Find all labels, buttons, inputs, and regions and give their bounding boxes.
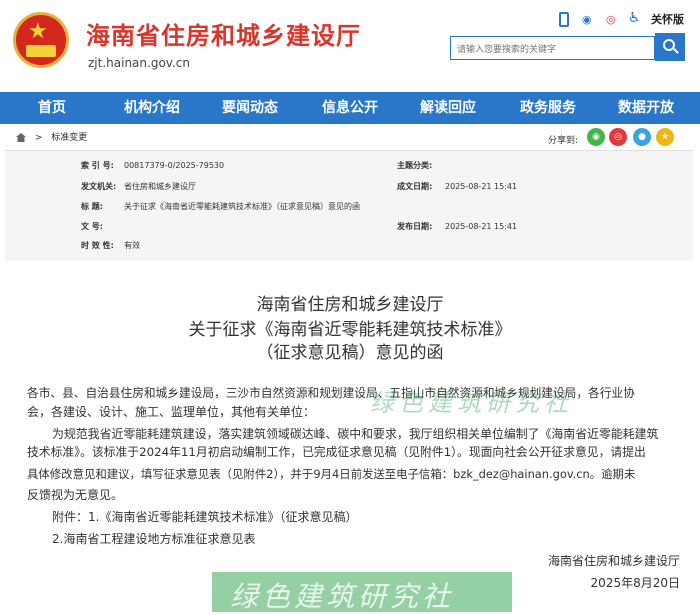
national-emblem-icon: ★ [13, 12, 69, 68]
weibo-icon[interactable]: ◎ [606, 12, 616, 28]
share-label: 分享到: [548, 136, 579, 146]
meta-issuer-label: 发文机关: [81, 182, 117, 191]
accessibility-icon[interactable]: ♿ [628, 10, 641, 26]
para1-line1: 为规范我省近零能耗建筑建设，落实建筑领域碳达峰、碳中和要求，我厅组织相关单位编制… [52, 427, 659, 441]
para1-line3: 具体修改意见和建议，填写征求意见表（见附件2），并于9月4日前发送至电子信箱：b… [27, 467, 636, 481]
wechat-share-icon[interactable]: ◉ [587, 128, 605, 146]
article-title-line2: 关于征求《海南省近零能耗建筑技术标准》 [188, 320, 512, 340]
meta-date-label: 成文日期: [397, 182, 433, 191]
breadcrumb-separator: > [34, 133, 43, 143]
attachment-2[interactable]: 2.海南省工程建设地方标准征求意见表 [52, 530, 255, 548]
home-icon[interactable] [16, 133, 26, 142]
meta-index-value: 00817379-0/2025-79530 [124, 161, 225, 170]
meta-date-value: 2025-08-21 15:41 [445, 182, 518, 191]
weibo-share-icon[interactable]: ◎ [609, 128, 627, 146]
article-title-line1: 海南省住房和城乡建设厅 [256, 295, 444, 315]
breadcrumb-current[interactable]: 标准变更 [51, 133, 87, 143]
nav-news[interactable]: 要闻动态 [222, 92, 278, 124]
site-title[interactable]: 海南省住房和城乡建设厅 [86, 16, 361, 51]
nav-home[interactable]: 首页 [38, 92, 66, 124]
mobile-icon[interactable] [559, 12, 569, 27]
wechat-icon[interactable]: ◉ [582, 12, 592, 28]
document-meta: 索 引 号: 00817379-0/2025-79530 主题分类: 发文机关:… [5, 150, 693, 261]
meta-title-value: 关于征求《海南省近零能耗建筑技术标准》（征求意见稿）意见的函 [124, 202, 360, 211]
watermark: 绿色建筑研究社 [370, 389, 573, 417]
search-button[interactable] [655, 33, 685, 61]
meta-docno-label: 文 号: [81, 222, 103, 231]
nav-about[interactable]: 机构介绍 [124, 92, 180, 124]
sign-date: 2025年8月20日 [590, 576, 680, 590]
meta-category-label: 主题分类: [397, 161, 433, 170]
site-header: ★ 海南省住房和城乡建设厅 zjt.hainan.gov.cn ◉ ◎ ♿ 关怀… [0, 0, 700, 90]
nav-open-data[interactable]: 数据开放 [618, 92, 674, 124]
recipient-line2: 会，各建设、设计、施工、监理单位，其他有关单位： [27, 405, 316, 419]
nav-interpretation[interactable]: 解读回应 [420, 92, 476, 124]
meta-index-label: 索 引 号: [81, 161, 114, 170]
nav-info-disclosure[interactable]: 信息公开 [322, 92, 378, 124]
qzone-share-icon[interactable]: ★ [656, 128, 674, 146]
search-box [450, 36, 655, 61]
meta-validity-label: 时 效 性: [81, 241, 114, 250]
para1-line4: 反馈视为无意见。 [27, 488, 124, 502]
breadcrumb: > 标准变更 [16, 130, 87, 143]
watermark-banner-text: 绿色建筑研究社 [230, 580, 455, 613]
nav-services[interactable]: 政务服务 [520, 92, 576, 124]
attachment-1[interactable]: 附件：1.《海南省近零能耗建筑技术标准》（征求意见稿） [52, 508, 357, 526]
search-input[interactable] [451, 39, 646, 61]
meta-issuer-value: 省住房和城乡建设厅 [124, 182, 196, 191]
signature: 海南省住房和城乡建设厅 [547, 554, 680, 568]
meta-publish-label: 发布日期: [397, 222, 433, 231]
para1-line2: 技术标准》。该标准于2024年11月初启动编制工作，已完成征求意见稿（见附件1）… [27, 445, 646, 459]
main-nav: 首页 机构介绍 要闻动态 信息公开 解读回应 政务服务 数据开放 [0, 92, 700, 124]
qq-share-icon[interactable]: ● [633, 128, 651, 146]
care-mode-link[interactable]: 关怀版 [651, 12, 684, 28]
meta-validity-value: 有效 [124, 241, 140, 250]
meta-title-label: 标 题: [81, 202, 103, 211]
meta-publish-value: 2025-08-21 15:41 [445, 222, 518, 231]
article-title-line3: （征求意见稿）意见的函 [256, 343, 444, 363]
site-domain: zjt.hainan.gov.cn [88, 56, 190, 70]
